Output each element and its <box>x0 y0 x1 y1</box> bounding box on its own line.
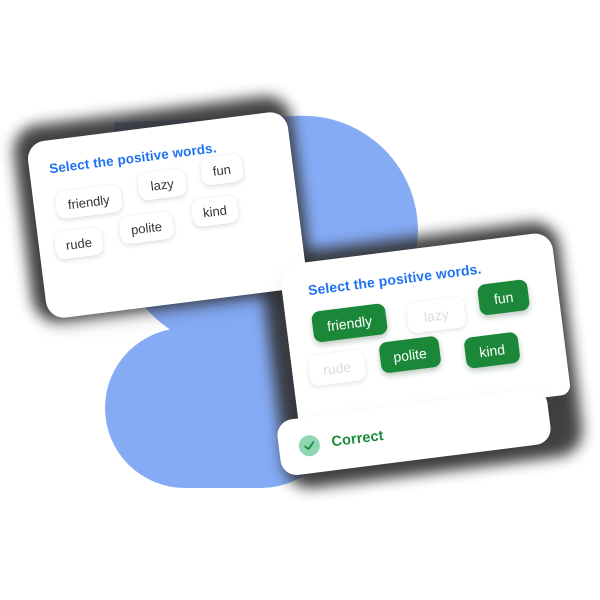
word-chip-label: fun <box>492 288 515 307</box>
word-chip-label: rude <box>322 358 352 378</box>
word-chip-kind-selected[interactable]: kind <box>463 331 521 370</box>
word-chip-fun[interactable]: fun <box>199 153 245 187</box>
word-chip-polite-selected[interactable]: polite <box>378 335 442 374</box>
quiz-card-unanswered: Select the positive words. friendly lazy… <box>25 110 309 320</box>
word-chip-friendly-selected[interactable]: friendly <box>310 302 389 343</box>
word-chip-polite[interactable]: polite <box>117 210 175 245</box>
word-chip-label: friendly <box>326 312 373 334</box>
word-chip-lazy-unselected[interactable]: lazy <box>405 295 467 334</box>
illustration-stage: Select the positive words. friendly lazy… <box>0 0 600 600</box>
word-chip-rude[interactable]: rude <box>53 226 105 261</box>
word-chip-fun-selected[interactable]: fun <box>476 278 531 316</box>
word-chip-label: kind <box>202 202 228 220</box>
check-circle-icon <box>297 433 322 457</box>
word-chip-label: fun <box>211 161 232 179</box>
word-chip-kind[interactable]: kind <box>190 194 240 228</box>
word-chip-label: friendly <box>66 191 111 212</box>
word-chip-label: polite <box>130 218 163 238</box>
word-chip-lazy[interactable]: lazy <box>136 167 188 202</box>
word-chip-label: lazy <box>149 175 175 194</box>
status-badge: Correct <box>330 427 385 451</box>
word-chip-label: rude <box>64 234 93 253</box>
word-chip-label: kind <box>478 340 506 360</box>
word-chip-label: lazy <box>422 305 450 325</box>
word-chip-rude-unselected[interactable]: rude <box>307 348 367 387</box>
word-chip-label: polite <box>392 344 428 365</box>
word-chip-group-unanswered: friendly lazy fun rude polite kind <box>52 153 285 287</box>
word-chip-friendly[interactable]: friendly <box>54 183 124 220</box>
